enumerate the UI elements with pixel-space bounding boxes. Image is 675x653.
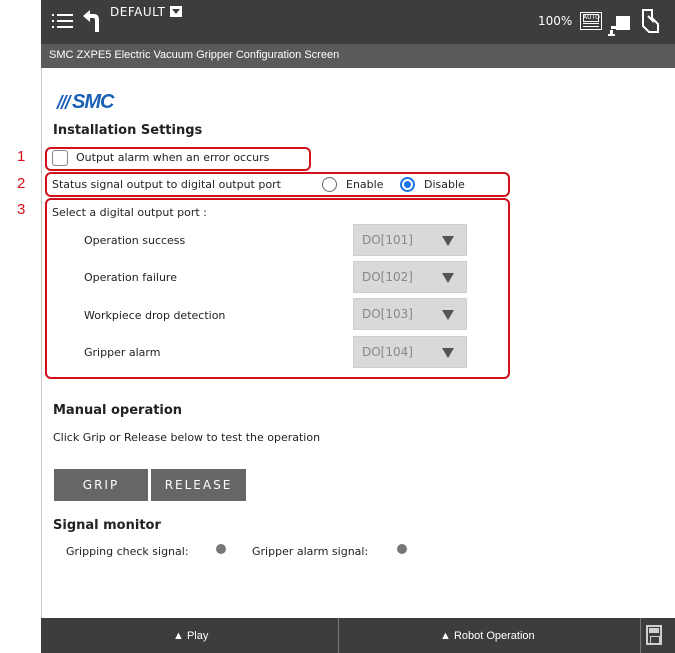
disable-label: Disable bbox=[424, 178, 465, 191]
manual-operation-heading: Manual operation bbox=[53, 403, 183, 418]
port-value: DO[104] bbox=[362, 345, 413, 359]
port-select-workpiece-drop[interactable]: DO[103] bbox=[353, 298, 467, 330]
installation-heading: Installation Settings bbox=[53, 123, 203, 138]
auto-mode-text: AUTO bbox=[583, 14, 600, 21]
dropdown-arrow-icon bbox=[442, 273, 454, 283]
back-icon[interactable] bbox=[80, 8, 102, 34]
pendant-hand-icon[interactable] bbox=[640, 8, 662, 34]
signal-monitor-heading: Signal monitor bbox=[53, 518, 161, 533]
port-value: DO[102] bbox=[362, 270, 413, 284]
bottom-divider bbox=[640, 618, 641, 653]
port-select-operation-success[interactable]: DO[101] bbox=[353, 224, 467, 256]
port-value: DO[101] bbox=[362, 233, 413, 247]
callout-1: 1 bbox=[17, 148, 26, 165]
bottom-divider bbox=[338, 618, 339, 653]
port-label-workpiece-drop: Workpiece drop detection bbox=[84, 309, 226, 322]
manual-instruction: Click Grip or Release below to test the … bbox=[53, 431, 321, 444]
port-select-gripper-alarm[interactable]: DO[104] bbox=[353, 336, 467, 368]
output-alarm-label: Output alarm when an error occurs bbox=[76, 151, 270, 164]
play-button[interactable]: ▲ Play bbox=[173, 630, 208, 642]
port-value: DO[103] bbox=[362, 307, 413, 321]
smc-logo-text: SMC bbox=[72, 91, 114, 113]
auto-mode-icon: AUTO bbox=[580, 12, 602, 30]
gripping-check-indicator bbox=[216, 544, 226, 554]
gripping-check-label: Gripping check signal: bbox=[66, 545, 189, 558]
disable-radio[interactable] bbox=[400, 177, 415, 192]
dropdown-arrow-icon bbox=[442, 236, 454, 246]
select-port-label: Select a digital output port : bbox=[52, 206, 207, 219]
callout-3: 3 bbox=[17, 201, 26, 218]
enable-label: Enable bbox=[346, 178, 384, 191]
output-alarm-checkbox[interactable] bbox=[52, 150, 68, 166]
smc-logo: SMC bbox=[52, 91, 130, 115]
bottom-bar bbox=[41, 618, 675, 653]
speed-override[interactable]: 100% bbox=[538, 14, 572, 28]
robot-status-icon[interactable] bbox=[608, 14, 632, 36]
screen-title: SMC ZXPE5 Electric Vacuum Gripper Config… bbox=[49, 49, 340, 61]
profile-name[interactable]: DEFAULT bbox=[110, 5, 165, 19]
status-signal-label: Status signal output to digital output p… bbox=[52, 178, 281, 191]
gripper-alarm-indicator bbox=[397, 544, 407, 554]
callout-2: 2 bbox=[17, 175, 26, 192]
enable-radio[interactable] bbox=[322, 177, 337, 192]
dropdown-arrow-icon bbox=[442, 348, 454, 358]
release-button[interactable]: RELEASE bbox=[151, 469, 246, 501]
gripper-alarm-signal-label: Gripper alarm signal: bbox=[252, 545, 369, 558]
robot-operation-button[interactable]: ▲ Robot Operation bbox=[440, 630, 535, 642]
menu-icon[interactable] bbox=[52, 14, 77, 30]
port-label-gripper-alarm: Gripper alarm bbox=[84, 346, 161, 359]
save-icon[interactable] bbox=[646, 625, 662, 645]
dropdown-arrow-icon bbox=[442, 310, 454, 320]
grip-button[interactable]: GRIP bbox=[54, 469, 148, 501]
port-label-operation-success: Operation success bbox=[84, 234, 186, 247]
port-select-operation-failure[interactable]: DO[102] bbox=[353, 261, 467, 293]
port-label-operation-failure: Operation failure bbox=[84, 271, 177, 284]
profile-dropdown-icon[interactable] bbox=[170, 6, 182, 17]
